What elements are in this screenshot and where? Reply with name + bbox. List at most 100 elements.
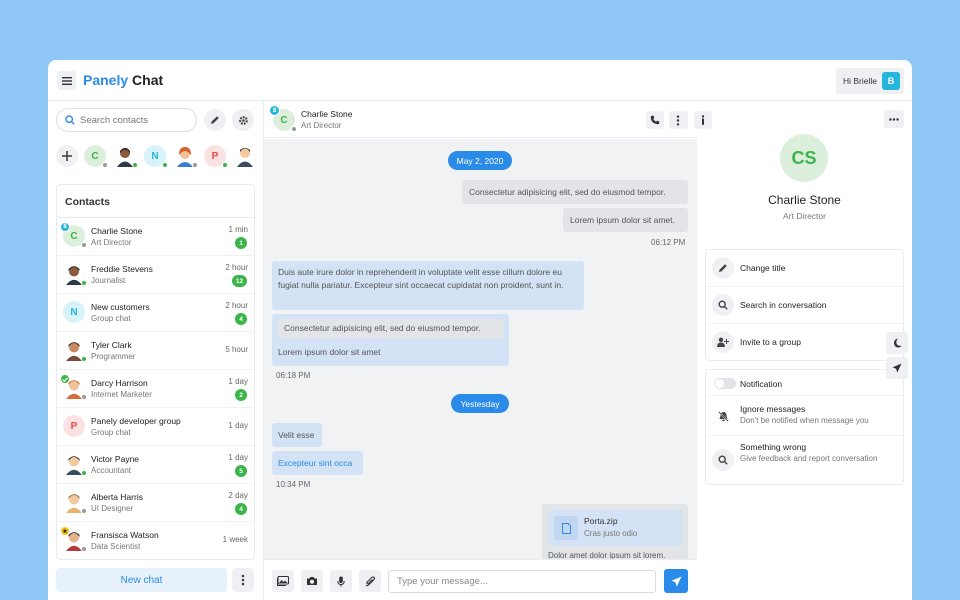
presence-dot	[81, 394, 87, 400]
ignore-messages-action[interactable]: Ignore messages Don't be notified when m…	[706, 396, 903, 436]
favorite-avatar[interactable]: N	[144, 145, 168, 168]
gallery-button[interactable]	[272, 570, 294, 592]
chat-contact-name: Charlie Stone	[301, 109, 353, 119]
search-conversation-action[interactable]: Search in conversation	[706, 287, 903, 324]
menu-icon[interactable]	[57, 71, 76, 90]
file-caption: Dolor amet dolor ipsum sit lorem.	[548, 551, 666, 559]
greeting-text: Hi Brielle	[843, 76, 878, 86]
app-logo: Panely Chat	[83, 72, 163, 88]
favorite-avatar[interactable]: P	[204, 145, 228, 168]
top-bar: Panely Chat Hi Brielle B	[48, 60, 912, 101]
notification-toggle[interactable]	[714, 378, 736, 389]
change-title-action[interactable]: Change title	[706, 250, 903, 287]
file-subtitle: Cras justo odio	[584, 529, 638, 538]
new-chat-button[interactable]: New chat	[56, 568, 227, 592]
add-favorite-button[interactable]	[56, 145, 78, 167]
chat-panel: C 8 Charlie Stone Art Director May 2, 20…	[264, 101, 712, 600]
profile-role: Art Director	[783, 211, 826, 221]
microphone-icon	[337, 576, 345, 587]
share-button[interactable]	[886, 357, 908, 379]
file-attachment[interactable]: Porta.zip Cras justo odio	[548, 510, 682, 546]
contact-avatar	[63, 263, 87, 286]
profile-more-button[interactable]	[884, 110, 904, 128]
unread-badge: 4	[235, 313, 247, 325]
ignore-subtitle: Don't be notified when message you	[740, 416, 869, 425]
horizontal-dots-icon	[889, 117, 899, 121]
settings-button[interactable]	[232, 109, 254, 131]
contact-row[interactable]: P Panely developer group Group chat 1 day	[57, 408, 254, 446]
incoming-message: Velit esse	[272, 423, 322, 447]
camera-button[interactable]	[301, 570, 323, 592]
contact-subtitle: UI Designer	[91, 504, 134, 513]
message-area: May 2, 2020 Consectetur adipisicing elit…	[264, 139, 697, 559]
message-input[interactable]: Type your message...	[388, 570, 656, 593]
report-action[interactable]: Something wrong Give feedback and report…	[706, 436, 903, 484]
date-divider: Yestesday	[451, 394, 509, 413]
contact-time: 1 min	[228, 225, 248, 234]
contact-row[interactable]: Freddie Stevens Journalist 2 hour 12	[57, 256, 254, 294]
contact-subtitle: Group chat	[91, 428, 131, 437]
contact-avatar: P	[63, 415, 85, 437]
contact-row[interactable]: Darcy Harrison Internet Marketer 1 day 2	[57, 370, 254, 408]
contact-name: Alberta Harris	[91, 492, 143, 502]
message-timestamp: 06:18 PM	[276, 371, 311, 380]
app-window: Panely Chat Hi Brielle B Search contacts…	[48, 60, 912, 600]
contacts-sidebar: Search contacts C N P Contacts C 8 Charl…	[48, 101, 264, 600]
contact-row[interactable]: N New customers Group chat 2 hour 4	[57, 294, 254, 332]
search-contacts-input[interactable]: Search contacts	[56, 108, 197, 132]
favorite-avatar[interactable]	[114, 145, 138, 168]
contact-row[interactable]: Alberta Harris UI Designer 2 day 4	[57, 484, 254, 522]
favorite-avatar[interactable]: C	[84, 145, 108, 168]
incoming-reply-message: Consectetur adipisicing elit, sed do eiu…	[272, 314, 509, 366]
dark-mode-toggle[interactable]	[886, 332, 908, 354]
unread-badge: 2	[235, 389, 247, 401]
unread-badge: 5	[235, 465, 247, 477]
send-button[interactable]	[664, 569, 688, 593]
date-divider: May 2, 2020	[448, 151, 512, 170]
contact-subtitle: Data Scientist	[91, 542, 141, 551]
compose-button[interactable]	[204, 109, 226, 131]
notification-setting[interactable]: Notification	[706, 370, 903, 396]
favorite-avatar[interactable]	[174, 145, 198, 168]
action-label: Search in conversation	[740, 300, 827, 310]
favorite-initial: C	[91, 150, 99, 162]
message-timestamp: 10:34 PM	[276, 480, 311, 489]
contacts-list: Contacts C 8 Charlie Stone Art Director 1 mi…	[56, 184, 255, 560]
incoming-message: Duis aute irure dolor in reprehenderit i…	[272, 261, 584, 310]
contact-initial: C	[70, 230, 78, 242]
contact-time: 2 hour	[225, 301, 248, 310]
reply-text: Lorem ipsum dolor sit amet	[278, 347, 381, 357]
call-button[interactable]	[646, 111, 664, 129]
ignore-title: Ignore messages	[740, 404, 806, 414]
invite-group-action[interactable]: Invite to a group	[706, 324, 903, 360]
contact-row[interactable]: C 8 Charlie Stone Art Director 1 min 1	[57, 218, 254, 256]
vertical-dots-icon	[241, 574, 245, 586]
contact-subtitle: Group chat	[91, 314, 131, 323]
contact-row[interactable]: Fransisca Watson Data Scientist 1 week	[57, 522, 254, 559]
contact-name: Fransisca Watson	[91, 530, 159, 540]
message-timestamp: 06:12 PM	[651, 238, 686, 247]
search-placeholder: Search contacts	[80, 114, 149, 126]
contact-row[interactable]: Victor Payne Accountant 1 day 5	[57, 446, 254, 484]
moon-icon	[894, 338, 902, 348]
incoming-link-message[interactable]: Excepteur sint occa	[272, 451, 363, 475]
composer: Type your message...	[264, 559, 697, 600]
contact-name: Darcy Harrison	[91, 378, 148, 388]
contact-row[interactable]: Tyler Clark Programmer 5 hour	[57, 332, 254, 370]
logo-part1: Panely	[83, 72, 129, 88]
contact-time: 1 day	[228, 377, 248, 386]
outgoing-message: Consectetur adipisicing elit, sed do eiu…	[462, 180, 688, 204]
chat-more-button[interactable]	[669, 111, 687, 129]
presence-dot	[81, 356, 87, 362]
contact-subtitle: Internet Marketer	[91, 390, 152, 399]
contact-time: 1 week	[222, 535, 248, 544]
more-options-button[interactable]	[232, 568, 254, 592]
favorite-avatar[interactable]	[234, 145, 256, 167]
search-icon	[712, 294, 734, 316]
file-icon	[554, 516, 578, 540]
attach-button[interactable]	[359, 570, 381, 592]
phone-icon	[650, 115, 660, 125]
profile-settings: Notification Ignore messages Don't be no…	[705, 369, 904, 485]
user-menu[interactable]: Hi Brielle B	[836, 68, 904, 94]
microphone-button[interactable]	[330, 570, 352, 592]
